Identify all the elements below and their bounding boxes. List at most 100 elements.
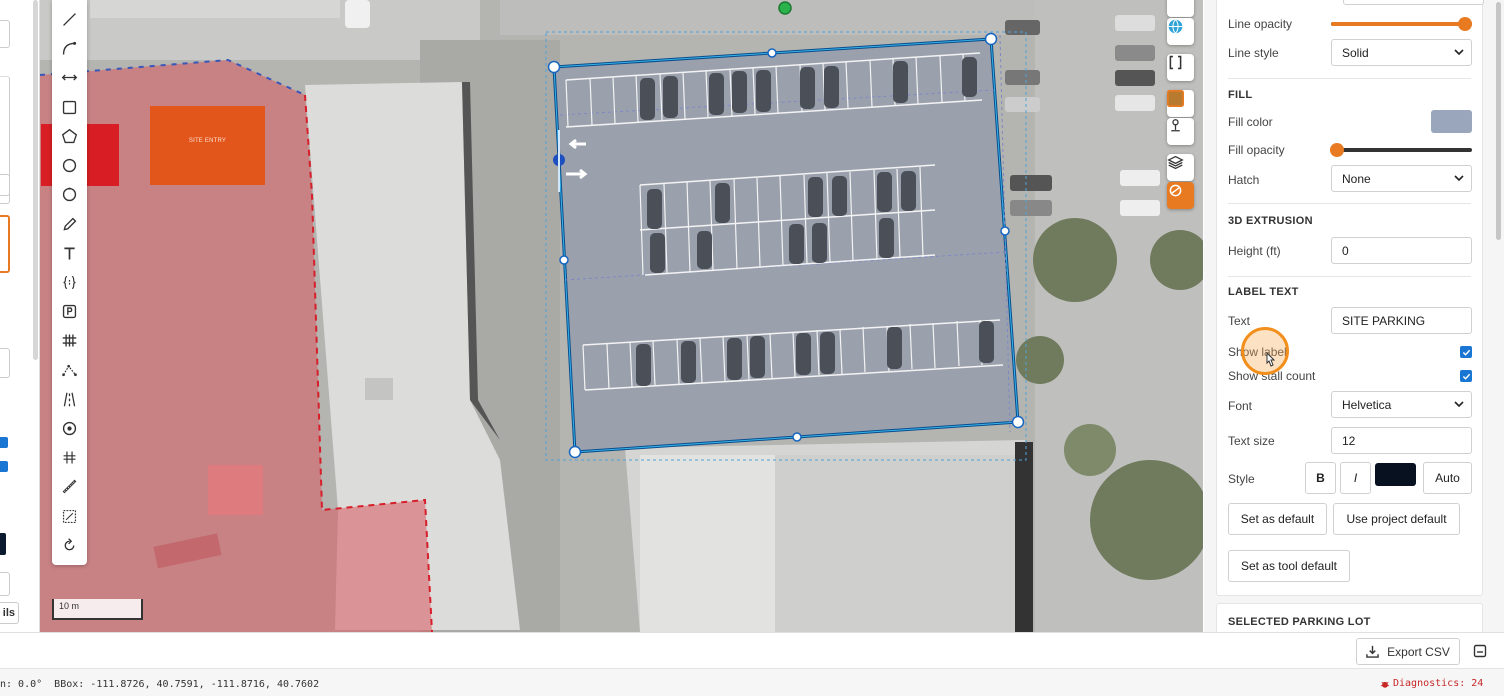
pencil-icon [63,217,77,231]
hash-tool-button[interactable] [57,445,82,470]
left-checkbox-1[interactable] [0,437,8,448]
height-input[interactable]: 0 [1331,237,1472,264]
navigation-icon [1169,184,1182,197]
fill-color-swatch[interactable] [1431,110,1472,133]
ruler-tool-button[interactable] [57,474,82,499]
show-stall-checkbox[interactable] [1460,370,1472,382]
properties-panel: Line opacity Line style Solid FILL Fill … [1204,0,1504,643]
divider [1228,276,1471,277]
text-size-input[interactable]: 12 [1331,427,1472,454]
height-label: Height (ft) [1228,244,1281,258]
path-tool-button[interactable] [57,358,82,383]
site-entry-zone[interactable]: SITE ENTRY [150,106,265,185]
line-tool-button[interactable] [57,7,82,32]
diagnostics-indicator[interactable]: Diagnostics: 24 [1380,678,1483,689]
map-control-top[interactable] [1167,0,1194,17]
frame-button[interactable] [1167,54,1194,81]
diagnostics-label: Diagnostics: 24 [1393,678,1484,689]
arc-tool-button[interactable] [57,36,82,61]
layers-button[interactable] [1167,154,1194,181]
toggle-panel-button[interactable] [1469,640,1491,662]
show-label-checkbox[interactable] [1460,346,1472,358]
style-label: Style [1228,472,1255,486]
target-tool-button[interactable] [57,416,82,441]
hatch-value: None [1342,172,1371,186]
bracket-frame-icon [1169,55,1182,70]
road-tool-button[interactable] [57,387,82,412]
left-selected-card[interactable] [0,215,10,273]
export-csv-label: Export CSV [1387,644,1450,659]
line-opacity-fill [1331,22,1465,26]
parking-icon [62,304,77,319]
rotate-tool-button[interactable] [57,533,82,558]
grid-icon [62,334,77,347]
left-scrollbar[interactable] [33,0,38,360]
line-opacity-label: Line opacity [1228,17,1293,31]
text-color-swatch[interactable] [1375,463,1416,486]
polygon-tool-button[interactable] [57,124,82,149]
properties-scrollbar[interactable] [1496,2,1501,240]
rectangle-tool-button[interactable] [57,95,82,120]
ring-icon [62,187,77,202]
text-tool-button[interactable] [57,241,82,266]
satellite-thumbnail-icon [1167,90,1184,107]
bold-button[interactable]: B [1305,462,1336,494]
fill-opacity-slider[interactable] [1330,143,1472,157]
pencil-tool-button[interactable] [57,212,82,237]
line-style-select[interactable]: Solid [1331,39,1472,66]
bug-icon [1380,681,1390,688]
map-canvas[interactable]: SITE ENTRY 10 m [40,0,1203,632]
left-color-swatch[interactable] [0,533,6,555]
fill-color-label: Fill color [1228,115,1273,129]
style-card: Line opacity Line style Solid FILL Fill … [1216,0,1484,596]
measure-tool-button[interactable] [57,65,82,90]
text-label: Text [1228,314,1251,328]
set-tool-default-button[interactable]: Set as tool default [1228,550,1350,582]
text-icon [64,247,75,260]
select-area-tool-button[interactable] [57,504,82,529]
drawing-toolbar [52,0,87,565]
auto-color-button[interactable]: Auto [1423,462,1472,494]
map-imagery [40,0,1203,632]
left-dropdown[interactable] [0,348,10,378]
export-csv-button[interactable]: Export CSV [1356,638,1460,665]
bracket-tool-button[interactable] [57,270,82,295]
left-checkbox-2[interactable] [0,461,8,472]
line-color-field[interactable] [1343,0,1484,5]
label-text-input[interactable]: SITE PARKING [1331,307,1472,334]
pin-button[interactable] [1167,118,1194,145]
chevron-down-icon [1454,401,1464,408]
bbox-readout: n: 0.0° BBox: -111.8726, 40.7591, -111.8… [0,679,320,690]
scale-bar: 10 m [52,599,143,620]
line-opacity-slider[interactable] [1331,17,1472,31]
parking-tool-button[interactable] [57,299,82,324]
pentagon-icon [61,128,78,144]
set-default-button[interactable]: Set as default [1228,503,1327,535]
grid-tool-button[interactable] [57,328,82,353]
ellipse-tool-button[interactable] [57,182,82,207]
check-icon [1462,373,1470,380]
left-chevron-icon[interactable] [0,110,10,130]
left-field[interactable] [0,174,10,204]
left-input[interactable] [0,20,10,48]
hash-icon [63,451,76,464]
fill-opacity-thumb[interactable] [1330,143,1344,157]
fill-opacity-label: Fill opacity [1228,143,1285,157]
font-select[interactable]: Helvetica [1331,391,1472,418]
use-project-default-button[interactable]: Use project default [1333,503,1460,535]
line-style-label: Line style [1228,46,1279,60]
layers-icon [1167,155,1184,170]
line-opacity-thumb[interactable] [1458,17,1472,31]
check-icon [1462,349,1470,356]
fill-header: FILL [1228,89,1253,101]
hatch-select[interactable]: None [1331,165,1472,192]
app-window: ils SITE ENTRY 10 m Line opacity Line st… [0,0,1504,696]
italic-button[interactable]: I [1340,462,1371,494]
globe-button[interactable] [1167,18,1194,45]
circle-tool-button[interactable] [57,153,82,178]
left-field-bottom[interactable] [0,572,10,596]
highlight-button[interactable] [1167,182,1194,209]
satellite-button[interactable] [1167,90,1194,117]
download-icon [1366,645,1379,658]
details-button[interactable]: ils [0,602,19,624]
